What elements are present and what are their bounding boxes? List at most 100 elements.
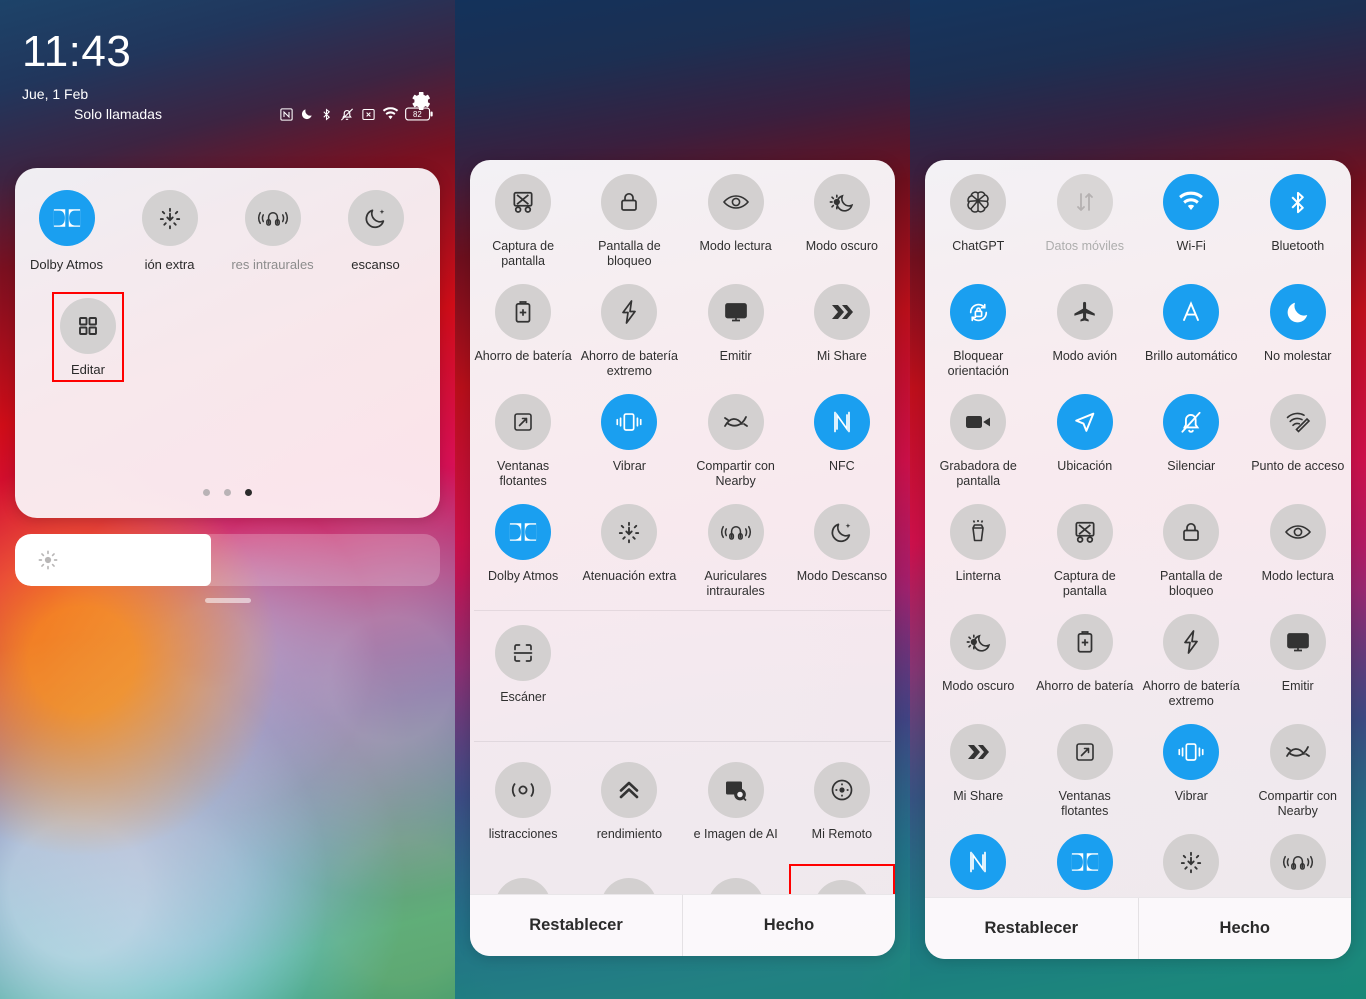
edit-tile-chatgpt[interactable]: ChatGPT [925, 160, 1032, 270]
edit-tile-conectada[interactable]: ctada [470, 864, 576, 894]
edit-tile-vibrar[interactable]: Vibrar [1138, 710, 1245, 820]
page-dot-2[interactable] [224, 489, 231, 496]
edit-tile-rendimiento[interactable]: rendimiento [576, 748, 682, 858]
edit-tile-ahorro-extremo[interactable]: Ahorro de batería extremo [576, 270, 682, 380]
tile-label: Dolby Atmos [488, 569, 559, 583]
quick-tile-extra-dimming[interactable]: ión extra [118, 190, 221, 272]
edit-tile-ahorro-de-bateria[interactable]: Ahorro de batería [1032, 600, 1139, 710]
edit-tile-dolby-atmos[interactable]: Dolby Atmos [470, 490, 576, 600]
edit-tile-imagen-ai[interactable]: e Imagen de AI [683, 748, 789, 858]
edit-tile-auriculares-intraurales[interactable]: Auriculares intraurales [1245, 820, 1352, 897]
done-button[interactable]: Hecho [682, 895, 895, 956]
edit-tile-ventanas-flotantes[interactable]: Ventanas flotantes [1032, 710, 1139, 820]
edit-tile-ahorro-de-bateria[interactable]: Ahorro de batería [470, 270, 576, 380]
edit-tile-nearby[interactable]: Compartir con Nearby [683, 380, 789, 490]
quick-tile-dolby-atmos[interactable]: Dolby Atmos [15, 190, 118, 272]
edit-tile-grabadora-de-pantalla[interactable]: Grabadora de pantalla [925, 380, 1032, 490]
quick-tile-editar[interactable]: Editar [52, 292, 124, 382]
edit-tile-nearby[interactable]: Compartir con Nearby [1245, 710, 1352, 820]
tile-circle [601, 394, 658, 450]
dimming-icon [159, 207, 180, 230]
quick-tile-earbuds[interactable]: res intraurales [221, 190, 324, 272]
edit-tile-modo-oscuro[interactable]: Modo oscuro [925, 600, 1032, 710]
edit-tile-modo-descanso[interactable]: Modo Descanso [789, 490, 895, 600]
tile-label: Punto de acceso [1251, 459, 1345, 473]
edit-tile-captura-de-pantalla[interactable]: Captura de pantalla [470, 160, 576, 270]
edit-tile-bluetooth[interactable]: Bluetooth [1245, 160, 1352, 270]
tile-circle [707, 174, 764, 230]
edit-tile-atenuacion-extra[interactable]: Atenuación extra [1138, 820, 1245, 897]
empty-cell [683, 611, 789, 721]
tile-label: M [427, 257, 440, 272]
tile-label: Modo lectura [1261, 569, 1334, 583]
settings-gear-button[interactable] [409, 90, 433, 119]
edit-tile-nfc[interactable]: NFC [789, 380, 895, 490]
tile-circle [601, 762, 658, 818]
edit-tile-escaner[interactable]: Escáner [470, 611, 576, 721]
reset-button[interactable]: Restablecer [925, 898, 1138, 959]
edit-tile-television[interactable]: Alm televisión [683, 864, 789, 894]
edit-tile-wifi[interactable]: Wi-Fi [1138, 160, 1245, 270]
cast-icon [1286, 633, 1309, 652]
edit-tile-nfc[interactable]: NFC [925, 820, 1032, 897]
edit-tile-no-molestar[interactable]: No molestar [1245, 270, 1352, 380]
edit-tile-brillo-automatico[interactable]: Brillo automático [1138, 270, 1245, 380]
edit-tile-modo-avion[interactable]: Modo avión [1032, 270, 1139, 380]
empty-cell [789, 611, 895, 721]
edit-tile-mi-share[interactable]: Mi Share [925, 710, 1032, 820]
edit-tile-emitir[interactable]: Emitir [1245, 600, 1352, 710]
page-dot-3[interactable] [245, 489, 252, 496]
brightness-slider[interactable] [15, 534, 440, 586]
edit-tile-chatgpt[interactable]: ChatGPT [788, 864, 895, 894]
dark-mode-icon [966, 634, 990, 652]
tile-label: NFC [829, 459, 855, 473]
edit-tile-almacenamiento[interactable]: Salu niento [576, 864, 682, 894]
edit-tile-modo-oscuro[interactable]: Modo oscuro [789, 160, 895, 270]
earbuds-icon [257, 211, 288, 226]
edit-tile-distracciones[interactable]: listracciones [470, 748, 576, 858]
edit-tiles-scroll[interactable]: Captura de pantalla Pantalla de bloqueo … [470, 160, 895, 894]
lock-icon [1183, 522, 1200, 541]
edit-tile-pantalla-de-bloqueo[interactable]: Pantalla de bloqueo [1138, 490, 1245, 600]
wifi-icon [1179, 191, 1204, 210]
edit-tiles-scroll-3[interactable]: ChatGPT Datos móviles Wi-Fi Bluetooth Bl… [925, 160, 1351, 897]
edit-tile-ventanas-flotantes[interactable]: Ventanas flotantes [470, 380, 576, 490]
tile-label: listracciones [488, 827, 558, 841]
tile-circle [601, 284, 658, 340]
edit-tile-linterna[interactable]: Linterna [925, 490, 1032, 600]
edit-tile-bloquear-orientacion[interactable]: Bloquear orientación [925, 270, 1032, 380]
quick-tile-bedtime[interactable]: escanso [324, 190, 427, 272]
page-dot-1[interactable] [203, 489, 210, 496]
edit-tile-modo-lectura[interactable]: Modo lectura [683, 160, 789, 270]
edit-tile-grid-3: ChatGPT Datos móviles Wi-Fi Bluetooth Bl… [925, 160, 1351, 897]
edit-tile-atenuacion-extra[interactable]: Atenuación extra [576, 490, 682, 600]
edit-tile-dolby-atmos[interactable]: Dolby Atmos [1032, 820, 1139, 897]
edit-tile-captura-de-pantalla[interactable]: Captura de pantalla [1032, 490, 1139, 600]
edit-tile-auriculares-intraurales[interactable]: Auriculares intraurales [683, 490, 789, 600]
edit-tile-datos-moviles[interactable]: Datos móviles [1032, 160, 1139, 270]
edit-tile-mi-share[interactable]: Mi Share [789, 270, 895, 380]
edit-tile-mi-remoto[interactable]: Mi Remoto [789, 748, 895, 858]
mi-share-icon [968, 745, 990, 759]
nfc-icon [834, 411, 850, 433]
reset-button[interactable]: Restablecer [470, 895, 682, 956]
edit-tile-silenciar[interactable]: Silenciar [1138, 380, 1245, 490]
tile-circle [1163, 394, 1220, 450]
floating-window-icon [514, 413, 532, 431]
tile-circle [1163, 504, 1220, 560]
edit-tile-vibrar[interactable]: Vibrar [576, 380, 682, 490]
quick-tile-partial[interactable]: M [427, 190, 440, 272]
tile-circle [1163, 834, 1220, 890]
earbuds-icon [1282, 855, 1313, 870]
edit-tile-emitir[interactable]: Emitir [683, 270, 789, 380]
tile-label: Bluetooth [1271, 239, 1325, 253]
edit-tile-modo-lectura[interactable]: Modo lectura [1245, 490, 1352, 600]
edit-tile-punto-de-acceso[interactable]: Punto de acceso [1245, 380, 1352, 490]
edit-tile-ubicacion[interactable]: Ubicación [1032, 380, 1139, 490]
tile-circle [1163, 614, 1220, 670]
edit-tile-pantalla-de-bloqueo[interactable]: Pantalla de bloqueo [576, 160, 682, 270]
edit-tile-ahorro-extremo[interactable]: Ahorro de batería extremo [1138, 600, 1245, 710]
hidden-tiles-row-2: ctada Salu niento [470, 858, 895, 894]
tile-label: Pantalla de bloqueo [1159, 569, 1223, 598]
done-button[interactable]: Hecho [1137, 898, 1352, 959]
